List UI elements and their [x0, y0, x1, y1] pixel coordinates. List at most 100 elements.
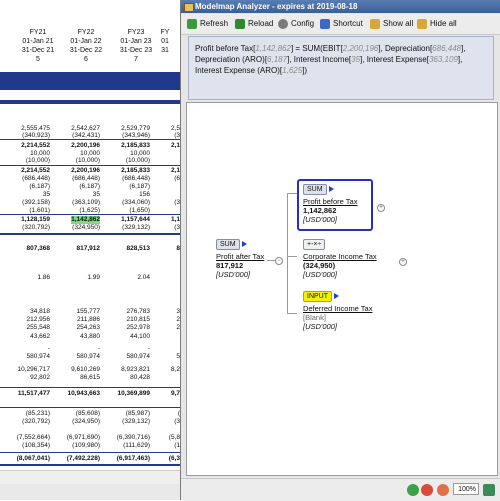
table-cell[interactable]: (6,187)	[79, 183, 100, 191]
table-cell[interactable]: 1,128,159	[21, 216, 50, 224]
table-cell[interactable]: 828,513	[127, 245, 151, 253]
table-cell[interactable]: (363,109)	[72, 199, 100, 207]
table-cell[interactable]: (686,448)	[22, 175, 50, 183]
zoom-out-icon[interactable]	[421, 484, 433, 496]
shortcut-button[interactable]: Shortcut	[320, 17, 363, 31]
table-cell[interactable]: (320,792)	[22, 224, 50, 232]
table-cell[interactable]: 1,1	[171, 216, 180, 224]
table-cell[interactable]: (10,000)	[126, 157, 150, 165]
table-cell[interactable]: (320,792)	[22, 418, 50, 426]
table-cell[interactable]: (6,917,463)	[117, 455, 150, 463]
table-cell[interactable]: 1,142,862	[71, 216, 100, 224]
table-cell[interactable]: (7,552,664)	[17, 434, 50, 442]
table-cell[interactable]: 2,214,552	[21, 167, 50, 175]
table-cell[interactable]: 2.04	[137, 274, 150, 282]
table-cell[interactable]: 580,974	[77, 353, 101, 361]
table-cell[interactable]: (329,132)	[122, 418, 150, 426]
table-cell[interactable]: 9,610,269	[71, 366, 100, 374]
table-cell[interactable]: 9,7	[171, 390, 180, 398]
table-cell[interactable]: 10,296,717	[17, 366, 50, 374]
hide-all-button[interactable]: Hide all	[417, 17, 457, 31]
formula-lhs[interactable]: Profit before Tax	[195, 44, 253, 53]
table-cell[interactable]: (329,132)	[122, 224, 150, 232]
sheet-tabs-bar[interactable]	[0, 470, 180, 485]
table-cell[interactable]: (6,187)	[29, 183, 50, 191]
node-name[interactable]: Profit after Tax	[216, 252, 264, 261]
table-cell[interactable]: 2,200,196	[71, 142, 100, 150]
refresh-circle-icon[interactable]	[407, 484, 419, 496]
table-cell[interactable]: (6,971,690)	[67, 434, 100, 442]
table-cell[interactable]: (8,067,041)	[17, 455, 50, 463]
table-cell[interactable]: 807,368	[27, 245, 51, 253]
table-cell[interactable]: 817,912	[77, 245, 101, 253]
table-cell[interactable]: 10,943,663	[67, 390, 100, 398]
table-cell[interactable]: -	[98, 345, 100, 353]
fit-icon[interactable]	[483, 484, 495, 496]
modelmap-canvas[interactable]: − SUM Profit after Tax 817,912 [USD'000]…	[186, 102, 498, 476]
table-cell[interactable]: 2,1	[171, 167, 180, 175]
table-cell[interactable]: 8,923,821	[121, 366, 150, 374]
table-cell[interactable]: 2,214,552	[21, 142, 50, 150]
expand-toggle[interactable]: +	[377, 204, 385, 212]
table-cell[interactable]: 1.86	[37, 274, 50, 282]
formula-term-interest-income[interactable]: Interest Income	[294, 55, 349, 64]
arrow-right-icon[interactable]	[241, 241, 247, 248]
table-cell[interactable]: 92,802	[30, 374, 50, 382]
table-cell[interactable]: 580,974	[27, 353, 51, 361]
table-cell[interactable]: (111,629)	[123, 442, 150, 450]
table-cell[interactable]: 1,157,644	[121, 216, 150, 224]
collapse-toggle[interactable]: −	[275, 257, 283, 265]
table-cell[interactable]: (334,060)	[122, 199, 150, 207]
table-cell[interactable]: (85,608)	[76, 410, 100, 418]
formula-term-interest-expense-aro[interactable]: Interest Expense (ARO)	[195, 66, 280, 75]
table-cell[interactable]: (392,158)	[22, 199, 50, 207]
node-name[interactable]: Deferred Income Tax	[303, 304, 372, 313]
formula-term-interest-expense[interactable]: Interest Expense	[367, 55, 427, 64]
table-cell[interactable]: 43,880	[80, 333, 100, 341]
table-cell[interactable]: 86,615	[80, 374, 100, 382]
table-cell[interactable]: (85,987)	[126, 410, 150, 418]
table-cell[interactable]: -	[148, 345, 150, 353]
table-cell[interactable]: 211,886	[77, 316, 100, 324]
table-cell[interactable]: 276,783	[127, 308, 151, 316]
table-cell[interactable]: 35	[93, 191, 100, 199]
arrow-right-icon[interactable]	[328, 186, 334, 193]
table-cell[interactable]: (6,3	[169, 455, 180, 463]
table-cell[interactable]: 2,1	[171, 142, 180, 150]
table-cell[interactable]: (7,492,228)	[67, 455, 100, 463]
table-cell[interactable]: 44,100	[130, 333, 150, 341]
zoom-in-icon[interactable]	[437, 484, 449, 496]
table-cell[interactable]: (324,950)	[72, 224, 100, 232]
table-cell[interactable]: 210,815	[127, 316, 151, 324]
table-cell[interactable]: (109,980)	[72, 442, 100, 450]
config-button[interactable]: Config	[278, 17, 314, 31]
node-profit-after-tax[interactable]: SUM Profit after Tax 817,912 [USD'000]	[216, 239, 264, 279]
title-bar[interactable]: Modelmap Analyzer - expires at 2019-08-1…	[181, 0, 500, 13]
table-cell[interactable]: 34,818	[30, 308, 50, 316]
table-cell[interactable]: (108,354)	[22, 442, 50, 450]
node-name[interactable]: Corporate Income Tax	[303, 252, 377, 261]
table-cell[interactable]: 212,956	[27, 316, 51, 324]
table-cell[interactable]: 43,662	[30, 333, 50, 341]
table-cell[interactable]: 2,200,196	[71, 167, 100, 175]
table-cell[interactable]: 254,263	[77, 324, 101, 332]
table-cell[interactable]: 580,974	[127, 353, 151, 361]
table-cell[interactable]: (686,448)	[72, 175, 100, 183]
table-cell[interactable]: 156	[139, 191, 150, 199]
table-cell[interactable]: 155,777	[77, 308, 101, 316]
formula-term-ebit[interactable]: EBIT	[323, 44, 341, 53]
table-cell[interactable]: -	[48, 345, 50, 353]
table-cell[interactable]: 255,548	[27, 324, 51, 332]
table-cell[interactable]: (5,8	[169, 434, 180, 442]
table-cell[interactable]: (10,000)	[76, 157, 100, 165]
show-all-button[interactable]: Show all	[370, 17, 413, 31]
table-cell[interactable]: 2,185,833	[121, 142, 150, 150]
reload-button[interactable]: Reload	[235, 17, 273, 31]
table-cell[interactable]: 35	[43, 191, 50, 199]
table-cell[interactable]: (85,231)	[26, 410, 50, 418]
node-name[interactable]: Profit before Tax	[303, 197, 367, 206]
table-cell[interactable]: (686,448)	[122, 175, 150, 183]
table-cell[interactable]: (324,950)	[72, 418, 100, 426]
node-deferred-income-tax[interactable]: INPUT Deferred Income Tax [Blank] [USD'0…	[303, 291, 372, 331]
table-cell[interactable]: 11,517,477	[18, 390, 50, 398]
